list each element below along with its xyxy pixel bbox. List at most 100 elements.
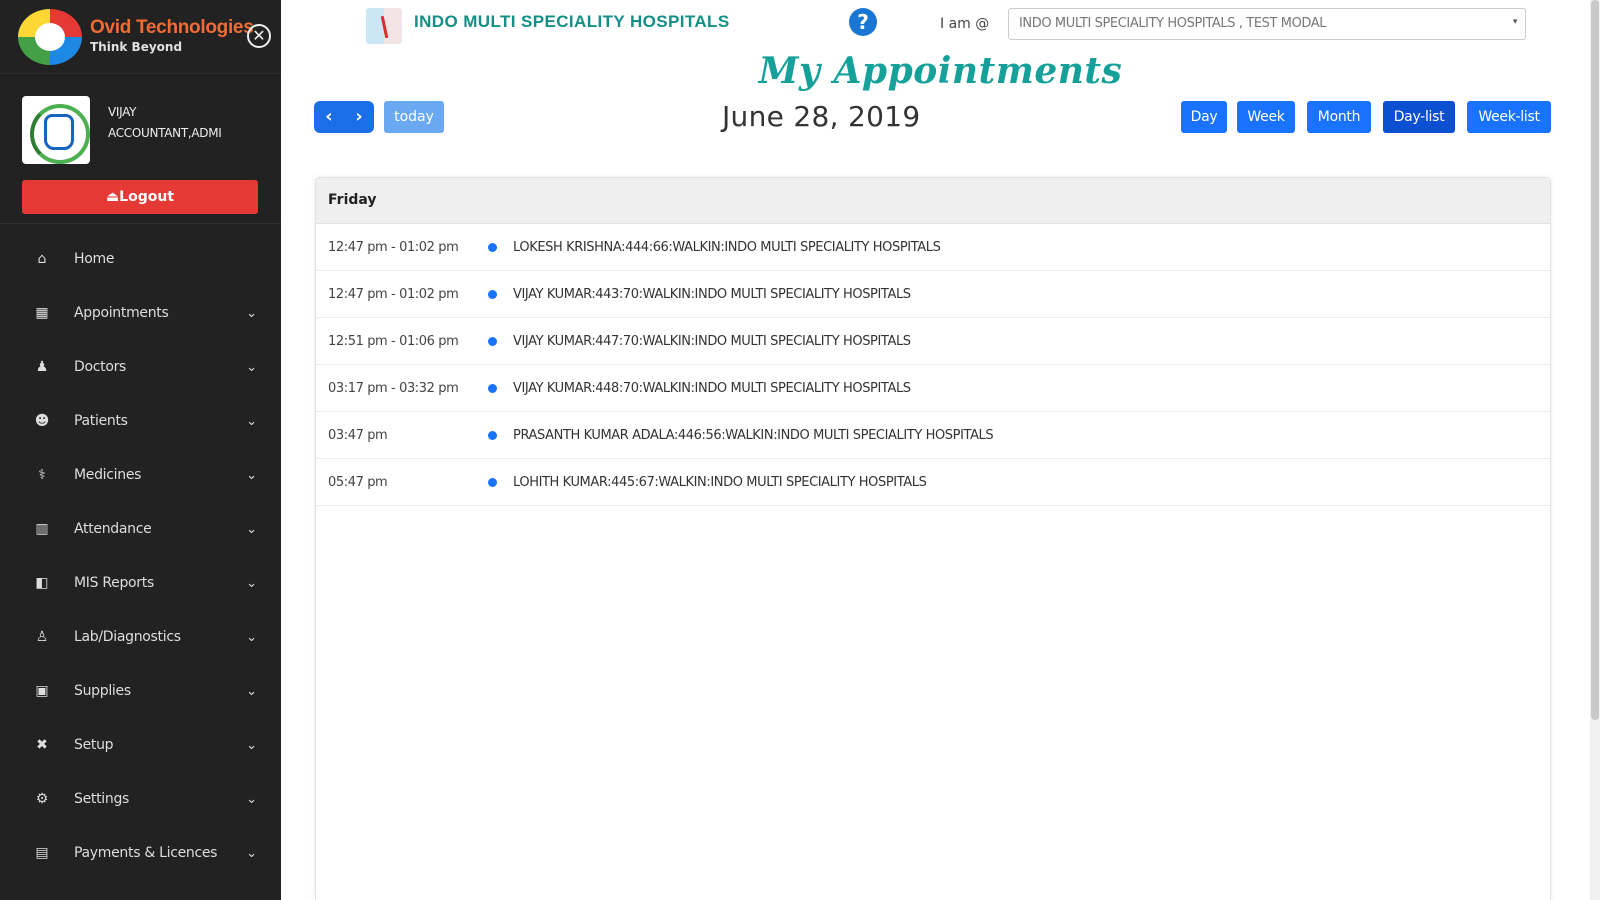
today-button[interactable]: today	[384, 101, 444, 133]
appointment-title: VIJAY KUMAR:443:70:WALKIN:INDO MULTI SPE…	[513, 286, 911, 302]
list-item[interactable]: 03:17 pm - 03:32 pm VIJAY KUMAR:448:70:WA…	[316, 365, 1550, 412]
chevron-down-icon: ⌄	[246, 305, 257, 321]
book-icon: ▥	[35, 521, 49, 537]
iam-label: I am @	[940, 16, 990, 32]
chevron-down-icon: ⌄	[246, 413, 257, 429]
appointment-title: LOKESH KRISHNA:444:66:WALKIN:INDO MULTI …	[513, 239, 941, 255]
view-month-button[interactable]: Month	[1307, 101, 1371, 133]
prev-button[interactable]: ‹	[314, 101, 344, 133]
sidebar-item-label: Payments & Licences	[74, 845, 218, 861]
sidebar-item-supplies[interactable]: ▣ Supplies ⌄	[0, 664, 281, 718]
brand-name: Ovid Technologies	[90, 17, 254, 39]
calendar-date: June 28, 2019	[722, 100, 921, 133]
sidebar-item-settings[interactable]: ⚙ Settings ⌄	[0, 772, 281, 826]
location-select[interactable]: INDO MULTI SPECIALITY HOSPITALS , TEST M…	[1008, 8, 1526, 40]
chevron-down-icon: ⌄	[246, 845, 257, 861]
appointment-time: 12:47 pm - 01:02 pm	[328, 239, 459, 255]
report-icon: ◧	[35, 575, 49, 591]
sidebar-item-label: Settings	[74, 791, 130, 807]
sidebar-item-label: Supplies	[74, 683, 131, 699]
appointment-time: 12:51 pm - 01:06 pm	[328, 333, 459, 349]
brand-header: Ovid Technologies Think Beyond ✕	[0, 0, 281, 74]
appointment-title: LOHITH KUMAR:445:67:WALKIN:INDO MULTI SP…	[513, 474, 927, 490]
brand-tagline: Think Beyond	[90, 40, 183, 55]
chevron-down-icon: ⌄	[246, 737, 257, 753]
event-dot-icon	[488, 336, 497, 346]
appointment-title: VIJAY KUMAR:448:70:WALKIN:INDO MULTI SPE…	[513, 380, 911, 396]
close-sidebar-icon[interactable]: ✕	[247, 24, 271, 48]
sidebar-item-lab-diagnostics[interactable]: ♙ Lab/Diagnostics ⌄	[0, 610, 281, 664]
user-name-line1: VIJAY	[108, 105, 137, 119]
sidebar-item-doctors[interactable]: ♟ Doctors ⌄	[0, 340, 281, 394]
sidebar-item-label: Attendance	[74, 521, 152, 537]
sidebar-item-patients[interactable]: ☻ Patients ⌄	[0, 394, 281, 448]
sidebar-item-home[interactable]: ⌂ Home	[0, 232, 281, 286]
day-header: Friday	[316, 178, 1550, 224]
doctor-icon: ♟	[35, 359, 49, 375]
list-item[interactable]: 12:51 pm - 01:06 pm VIJAY KUMAR:447:70:WA…	[316, 318, 1550, 365]
chevron-down-icon: ⌄	[246, 467, 257, 483]
user-name-line2: ACCOUNTANT,ADMI	[108, 126, 222, 140]
box-icon: ▣	[35, 683, 49, 699]
location-select-value: INDO MULTI SPECIALITY HOSPITALS , TEST M…	[1019, 16, 1327, 31]
ovid-logo-icon	[18, 8, 82, 65]
event-dot-icon	[488, 289, 497, 299]
brand-text: Ovid Technologies Think Beyond	[90, 17, 254, 55]
chevron-down-icon: ⌄	[246, 791, 257, 807]
chevron-down-icon: ⌄	[246, 575, 257, 591]
sidebar-item-label: Medicines	[74, 467, 142, 483]
appointment-title: VIJAY KUMAR:447:70:WALKIN:INDO MULTI SPE…	[513, 333, 911, 349]
appointment-rows: 12:47 pm - 01:02 pm LOKESH KRISHNA:444:66…	[316, 224, 1550, 506]
scrollbar-thumb[interactable]	[1591, 0, 1599, 720]
appointment-list: Friday 12:47 pm - 01:02 pm LOKESH KRISHNA…	[315, 177, 1551, 900]
view-day-button[interactable]: Day	[1181, 101, 1227, 133]
event-dot-icon	[488, 430, 497, 440]
sidebar-item-mis-reports[interactable]: ◧ MIS Reports ⌄	[0, 556, 281, 610]
sidebar-item-label: Home	[74, 251, 115, 267]
sidebar-item-label: Patients	[74, 413, 128, 429]
page-title: My Appointments	[758, 50, 1123, 92]
view-weeklist-button[interactable]: Week-list	[1467, 101, 1551, 133]
sidebar-item-label: Doctors	[74, 359, 127, 375]
pills-icon: ⚕	[38, 467, 46, 483]
calendar-nav: ‹ ›	[314, 101, 374, 133]
sidebar-item-setup[interactable]: ✖ Setup ⌄	[0, 718, 281, 772]
list-item[interactable]: 12:47 pm - 01:02 pm VIJAY KUMAR:443:70:WA…	[316, 271, 1550, 318]
page-scrollbar[interactable]	[1590, 0, 1600, 900]
sidebar-item-medicines[interactable]: ⚕ Medicines ⌄	[0, 448, 281, 502]
list-item[interactable]: 12:47 pm - 01:02 pm LOKESH KRISHNA:444:66…	[316, 224, 1550, 271]
tools-icon: ✖	[36, 737, 48, 753]
list-item[interactable]: 05:47 pm LOHITH KUMAR:445:67:WALKIN:INDO …	[316, 459, 1550, 506]
sidebar-item-label: Setup	[74, 737, 114, 753]
view-daylist-button[interactable]: Day-list	[1383, 101, 1455, 133]
next-button[interactable]: ›	[344, 101, 374, 133]
sidebar-item-label: Lab/Diagnostics	[74, 629, 181, 645]
appointment-time: 05:47 pm	[328, 474, 388, 490]
sidebar: Ovid Technologies Think Beyond ✕ VIJAY A…	[0, 0, 281, 900]
gear-icon: ⚙	[35, 791, 49, 807]
sidebar-item-payments-licences[interactable]: ▤ Payments & Licences ⌄	[0, 826, 281, 880]
sidebar-item-attendance[interactable]: ▥ Attendance ⌄	[0, 502, 281, 556]
appointment-time: 03:47 pm	[328, 427, 388, 443]
list-item[interactable]: 03:47 pm PRASANTH KUMAR ADALA:446:56:WALK…	[316, 412, 1550, 459]
help-icon[interactable]: ?	[849, 8, 877, 36]
home-icon: ⌂	[37, 251, 47, 267]
appointment-title: PRASANTH KUMAR ADALA:446:56:WALKIN:INDO …	[513, 427, 994, 443]
sidebar-item-label: MIS Reports	[74, 575, 154, 591]
calendar-icon: ▦	[35, 305, 49, 321]
view-week-button[interactable]: Week	[1237, 101, 1295, 133]
sidebar-item-appointments[interactable]: ▦ Appointments ⌄	[0, 286, 281, 340]
event-dot-icon	[488, 477, 497, 487]
logout-button[interactable]: ⏏Logout	[22, 180, 258, 214]
chevron-down-icon: ▾	[1512, 17, 1518, 27]
chevron-down-icon: ⌄	[246, 629, 257, 645]
patients-icon: ☻	[34, 413, 50, 429]
chevron-down-icon: ⌄	[246, 359, 257, 375]
avatar	[22, 96, 90, 164]
event-dot-icon	[488, 383, 497, 393]
sidebar-nav: ⌂ Home ▦ Appointments ⌄ ♟ Doctors ⌄ ☻ Patients ⌄ ⚕ M…	[0, 224, 281, 880]
top-header: INDO MULTI SPECIALITY HOSPITALS ? I am @…	[281, 0, 1600, 48]
appointment-time: 03:17 pm - 03:32 pm	[328, 380, 459, 396]
appointment-time: 12:47 pm - 01:02 pm	[328, 286, 459, 302]
chevron-down-icon: ⌄	[246, 683, 257, 699]
